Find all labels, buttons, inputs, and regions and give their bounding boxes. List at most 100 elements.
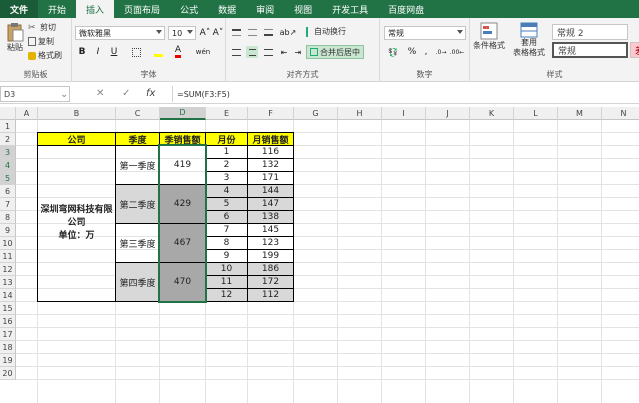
percent-button[interactable]: % (406, 46, 418, 58)
month-cell[interactable]: 6 (205, 210, 248, 224)
row-header[interactable]: 1 (0, 120, 16, 133)
row-header[interactable]: 8 (0, 211, 16, 224)
quarter-total-cell[interactable]: 429 (159, 184, 206, 224)
column-header[interactable]: H (338, 107, 382, 120)
column-header[interactable]: B (38, 107, 116, 120)
month-cell[interactable]: 3 (205, 171, 248, 185)
month-sales-cell[interactable]: 147 (247, 197, 294, 211)
column-header[interactable]: C (116, 107, 160, 120)
row-header[interactable]: 9 (0, 224, 16, 237)
number-format-select[interactable]: 常规 (384, 26, 466, 40)
row-header[interactable]: 13 (0, 276, 16, 289)
formula-input[interactable]: =SUM(F3:F5) (172, 86, 639, 102)
quarter-total-cell[interactable]: 419 (159, 145, 206, 185)
copy-button[interactable]: 复制 (28, 36, 54, 47)
cancel-icon[interactable]: ✕ (96, 88, 104, 99)
month-sales-cell[interactable]: 199 (247, 249, 294, 263)
row-header[interactable]: 14 (0, 289, 16, 302)
insert-function-icon[interactable]: fx (146, 88, 155, 99)
align-center-button[interactable] (246, 46, 258, 58)
ribbon-tab[interactable]: 开发工具 (322, 0, 378, 18)
month-sales-cell[interactable]: 171 (247, 171, 294, 185)
column-header[interactable]: N (602, 107, 639, 120)
row-header[interactable]: 20 (0, 367, 16, 380)
align-bottom-button[interactable] (262, 26, 274, 38)
row-header[interactable]: 2 (0, 133, 16, 146)
ribbon-tab[interactable]: 数据 (208, 0, 246, 18)
quarter-total-cell[interactable]: 470 (159, 262, 206, 302)
ribbon-tab[interactable]: 文件 (0, 0, 39, 18)
font-name-select[interactable]: 微软雅黑 (75, 26, 165, 40)
enter-icon[interactable]: ✓ (122, 88, 130, 99)
shrink-font-button[interactable]: A˅ (212, 27, 224, 39)
worksheet-grid[interactable]: A B C D E F G H I J K L M N 1 2 3 4 5 6 7 8 9 10 11 12 13 14 15 16 17 1… (0, 107, 639, 403)
company-cell[interactable]: 深圳弯网科技有限 公司 单位：万 (37, 145, 116, 302)
month-sales-cell[interactable]: 172 (247, 275, 294, 289)
wrap-text-button[interactable]: 自动换行 (306, 26, 346, 37)
quarter-name-cell[interactable]: 第一季度 (115, 145, 160, 185)
month-cell[interactable]: 1 (205, 145, 248, 159)
month-cell[interactable]: 2 (205, 158, 248, 172)
row-header[interactable]: 17 (0, 328, 16, 341)
month-cell[interactable]: 5 (205, 197, 248, 211)
grow-font-button[interactable]: A˄ (199, 27, 211, 39)
align-middle-button[interactable] (246, 26, 258, 38)
month-sales-cell[interactable]: 132 (247, 158, 294, 172)
row-header[interactable]: 6 (0, 185, 16, 198)
ribbon-tab[interactable]: 页面布局 (114, 0, 170, 18)
column-header[interactable]: D (160, 107, 206, 120)
row-header[interactable]: 10 (0, 237, 16, 250)
row-header[interactable]: 3 (0, 146, 16, 159)
phonetic-button[interactable]: wén (192, 46, 214, 58)
column-header[interactable]: I (382, 107, 426, 120)
conditional-format-button[interactable]: 条件格式 (472, 22, 506, 51)
align-top-button[interactable] (230, 26, 242, 38)
row-header[interactable]: 18 (0, 341, 16, 354)
row-header[interactable]: 16 (0, 315, 16, 328)
column-header[interactable]: J (426, 107, 470, 120)
ribbon-tab[interactable]: 公式 (170, 0, 208, 18)
month-cell[interactable]: 11 (205, 275, 248, 289)
row-header[interactable]: 15 (0, 302, 16, 315)
month-sales-cell[interactable]: 186 (247, 262, 294, 276)
increase-decimal-button[interactable]: .0→ (434, 46, 448, 58)
font-size-select[interactable]: 10 (168, 26, 196, 40)
quarter-name-cell[interactable]: 第三季度 (115, 223, 160, 263)
chevron-down-icon[interactable]: ⌄ (60, 89, 68, 100)
align-right-button[interactable] (262, 46, 274, 58)
font-color-button[interactable]: A (172, 46, 184, 58)
format-as-table-button[interactable]: 套用 表格格式 (510, 22, 548, 58)
column-header[interactable]: G (294, 107, 338, 120)
format-painter-button[interactable]: 格式刷 (28, 50, 62, 61)
quarter-total-cell[interactable]: 467 (159, 223, 206, 263)
bold-button[interactable]: B (76, 46, 88, 58)
header-month[interactable]: 月份 (205, 132, 248, 146)
quarter-name-cell[interactable]: 第二季度 (115, 184, 160, 224)
comma-button[interactable]: , (420, 46, 432, 58)
row-header[interactable]: 12 (0, 263, 16, 276)
month-cell[interactable]: 4 (205, 184, 248, 198)
column-header[interactable]: F (248, 107, 294, 120)
column-header[interactable]: E (206, 107, 248, 120)
month-sales-cell[interactable]: 112 (247, 288, 294, 302)
decrease-decimal-button[interactable]: .00← (450, 46, 465, 58)
border-button[interactable] (130, 46, 142, 58)
month-sales-cell[interactable]: 145 (247, 223, 294, 237)
month-sales-cell[interactable]: 116 (247, 145, 294, 159)
month-sales-cell[interactable]: 144 (247, 184, 294, 198)
select-all-corner[interactable] (0, 107, 16, 120)
month-cell[interactable]: 10 (205, 262, 248, 276)
underline-button[interactable]: U (108, 46, 120, 58)
ribbon-tab[interactable]: 审阅 (246, 0, 284, 18)
month-cell[interactable]: 7 (205, 223, 248, 237)
row-header[interactable]: 5 (0, 172, 16, 185)
ribbon-tab[interactable]: 插入 (76, 0, 115, 18)
header-quarter-sales[interactable]: 季销售额 (159, 132, 206, 146)
accounting-button[interactable]: 💱 (384, 46, 402, 58)
month-cell[interactable]: 12 (205, 288, 248, 302)
orientation-button[interactable]: ab↗ (280, 26, 297, 38)
ribbon-tab[interactable]: 开始 (38, 0, 76, 18)
decrease-indent-button[interactable]: ⇤ (278, 46, 290, 58)
header-company[interactable]: 公司 (37, 132, 116, 146)
row-header[interactable]: 11 (0, 250, 16, 263)
